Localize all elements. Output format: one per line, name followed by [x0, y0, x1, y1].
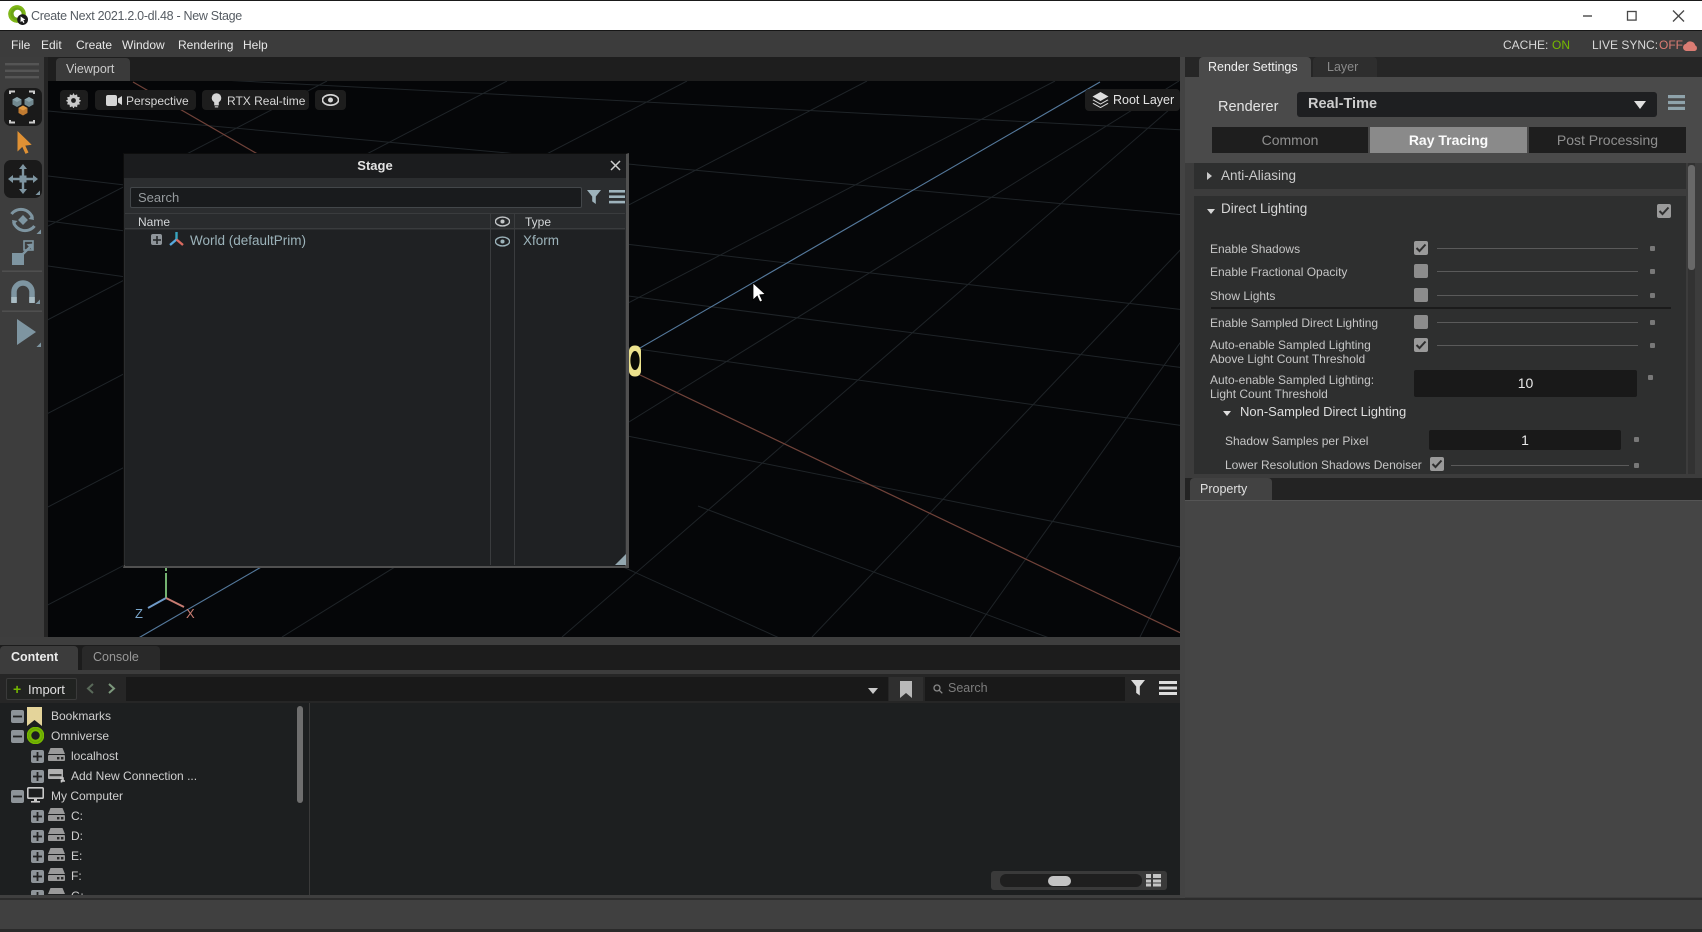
svg-text:X: X	[186, 606, 195, 621]
svg-text:Z: Z	[135, 606, 143, 621]
